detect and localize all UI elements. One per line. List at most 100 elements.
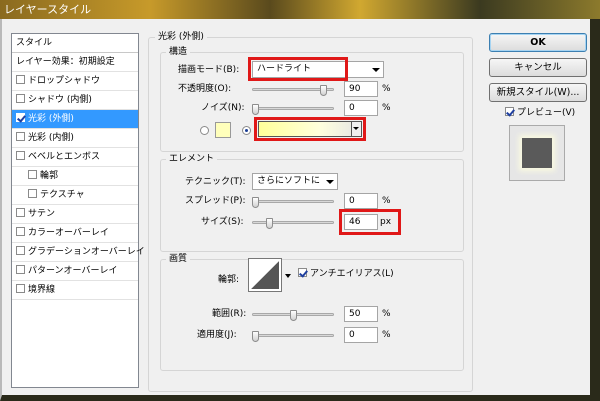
jitter-slider-thumb[interactable] — [252, 331, 259, 342]
style-list-item[interactable]: サテン — [12, 205, 138, 224]
style-list-item-label: グラデーションオーバーレイ — [28, 247, 145, 257]
technique-select[interactable]: さらにソフトに — [252, 173, 338, 190]
checkbox-icon[interactable] — [16, 132, 25, 141]
checkbox-icon[interactable] — [16, 151, 25, 160]
checkbox-icon[interactable] — [16, 113, 25, 122]
chevron-down-icon — [372, 68, 380, 72]
style-list-item[interactable]: 境界線 — [12, 281, 138, 300]
highlight-box — [339, 209, 401, 235]
elements-title: エレメント — [166, 153, 218, 165]
spread-input[interactable]: 0 — [344, 193, 378, 209]
noise-input[interactable]: 0 — [344, 100, 378, 116]
blend-mode-label: 描画モード(B): — [178, 65, 240, 75]
checkbox-icon[interactable] — [16, 227, 25, 236]
style-list-item-label: ベベルとエンボス — [28, 152, 101, 162]
checkbox-icon[interactable] — [16, 284, 25, 293]
noise-slider-thumb[interactable] — [252, 104, 259, 115]
checkbox-icon[interactable] — [28, 170, 37, 179]
checkbox-icon — [298, 268, 307, 277]
range-input[interactable]: 50 — [344, 306, 378, 322]
opacity-slider-thumb[interactable] — [319, 85, 327, 96]
technique-label: テクニック(T): — [185, 177, 246, 187]
noise-unit: % — [382, 103, 391, 113]
spread-label: スプレッド(P): — [185, 196, 246, 206]
style-list-item-label: 輪郭 — [40, 171, 59, 181]
style-list-item[interactable]: グラデーションオーバーレイ — [12, 243, 145, 262]
gradient-radio[interactable] — [242, 126, 251, 135]
checkbox-icon[interactable] — [16, 208, 25, 217]
antialias-label: アンチエイリアス(L) — [310, 269, 394, 279]
jitter-slider-track[interactable] — [252, 334, 334, 337]
preview-swatch — [522, 138, 552, 168]
highlight-box — [248, 57, 348, 81]
checkbox-icon — [505, 107, 514, 116]
style-list-item[interactable]: レイヤー効果：初期設定 — [12, 53, 138, 72]
ok-button[interactable]: OK — [489, 33, 587, 52]
size-slider-thumb[interactable] — [265, 218, 273, 229]
preview-thumbnail — [509, 125, 565, 181]
style-list-item-label: サテン — [28, 209, 56, 219]
title-bar: レイヤースタイル — [0, 0, 600, 19]
style-list-item[interactable]: パターンオーバーレイ — [12, 262, 138, 281]
spread-slider-track[interactable] — [252, 200, 334, 203]
checkbox-icon[interactable] — [16, 75, 25, 84]
jitter-label: 適用度(J): — [197, 330, 237, 340]
chevron-down-icon — [326, 180, 334, 184]
checkbox-icon[interactable] — [16, 94, 25, 103]
checkbox-icon[interactable] — [28, 189, 37, 198]
contour-label: 輪郭: — [218, 275, 240, 285]
style-list-item-label: パターンオーバーレイ — [28, 266, 118, 276]
opacity-input[interactable]: 90 — [344, 81, 378, 97]
noise-slider-track[interactable] — [252, 107, 334, 110]
range-unit: % — [382, 309, 391, 319]
contour-picker[interactable] — [248, 258, 282, 292]
antialias-checkbox[interactable]: アンチエイリアス(L) — [298, 267, 394, 281]
style-list-item-label: カラーオーバーレイ — [28, 228, 109, 238]
window-title: レイヤースタイル — [4, 3, 92, 16]
style-list-item[interactable]: 光彩 (内側) — [12, 129, 138, 148]
style-list-item-label: テクスチャ — [40, 190, 85, 200]
checkbox-icon[interactable] — [16, 246, 25, 255]
style-list-item-label: シャドウ (内側) — [28, 95, 92, 105]
style-list-item-label: ドロップシャドウ — [28, 76, 101, 86]
structure-title: 構造 — [166, 46, 191, 58]
glow-color-swatch[interactable] — [215, 122, 231, 138]
style-list-item-label: レイヤー効果：初期設定 — [16, 57, 115, 67]
style-list-item[interactable]: カラーオーバーレイ — [12, 224, 138, 243]
spread-slider-thumb[interactable] — [252, 197, 259, 208]
style-list-header[interactable]: スタイル — [12, 34, 138, 53]
cancel-button[interactable]: キャンセル — [489, 58, 587, 77]
style-list-item[interactable]: 光彩 (外側) — [12, 110, 138, 129]
noise-label: ノイズ(N): — [201, 103, 245, 113]
spread-unit: % — [382, 196, 391, 206]
preview-label: プレビュー(V) — [517, 108, 576, 118]
checkbox-icon[interactable] — [16, 265, 25, 274]
new-style-button[interactable]: 新規スタイル(W)... — [489, 83, 587, 102]
layer-style-dialog: スタイル レイヤー効果：初期設定 ドロップシャドウ シャドウ (内側) 光彩 (外側)… — [0, 19, 600, 401]
contour-dropdown-icon[interactable] — [285, 274, 291, 278]
style-list-item-label: 境界線 — [28, 285, 56, 295]
style-list-item[interactable]: テクスチャ — [12, 186, 138, 205]
preview-checkbox[interactable]: プレビュー(V) — [505, 106, 575, 120]
highlight-box — [254, 117, 366, 141]
jitter-unit: % — [382, 330, 391, 340]
style-list-item[interactable]: 輪郭 — [12, 167, 138, 186]
opacity-label: 不透明度(O): — [178, 84, 232, 94]
style-list-item[interactable]: ドロップシャドウ — [12, 72, 138, 91]
color-radio[interactable] — [200, 126, 209, 135]
style-list-item-label: 光彩 (外側) — [28, 114, 74, 124]
contour-curve-icon — [251, 261, 279, 289]
range-label: 範囲(R): — [212, 309, 247, 319]
style-list-item[interactable]: シャドウ (内側) — [12, 91, 138, 110]
range-slider-thumb[interactable] — [289, 310, 297, 321]
style-list-item-label: 光彩 (内側) — [28, 133, 74, 143]
style-list-item[interactable]: ベベルとエンボス — [12, 148, 138, 167]
jitter-input[interactable]: 0 — [344, 327, 378, 343]
style-list: スタイル レイヤー効果：初期設定 ドロップシャドウ シャドウ (内側) 光彩 (外側)… — [11, 33, 145, 388]
quality-title: 画質 — [166, 253, 191, 265]
technique-value: さらにソフトに — [257, 176, 321, 186]
opacity-unit: % — [382, 84, 391, 94]
size-slider-track[interactable] — [252, 221, 334, 224]
panel-title: 光彩 (外側) — [155, 31, 207, 43]
size-label: サイズ(S): — [201, 217, 244, 227]
